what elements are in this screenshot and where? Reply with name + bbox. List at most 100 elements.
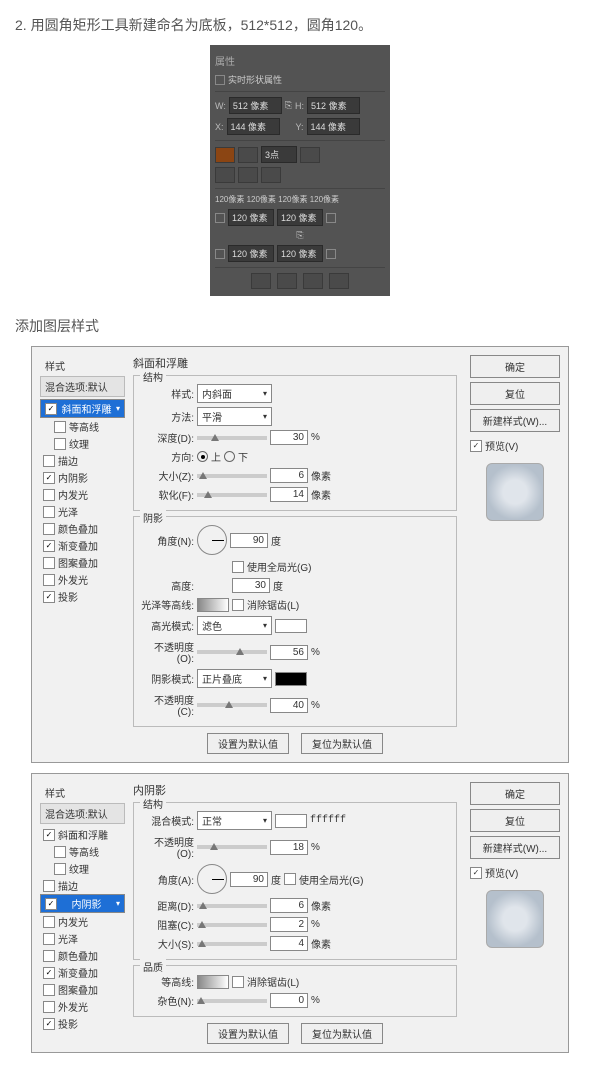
sop-value[interactable]: 40 (270, 698, 308, 713)
w-field[interactable]: 512 像素 (229, 97, 282, 114)
path-op-3[interactable] (303, 273, 323, 289)
angle-wheel[interactable] (197, 864, 227, 894)
style-checkbox[interactable] (45, 403, 57, 415)
reset-default-btn[interactable]: 复位为默认值 (301, 733, 383, 754)
style-item[interactable]: 光泽 (40, 503, 125, 520)
style-checkbox[interactable] (43, 591, 55, 603)
smode-select[interactable]: 正片叠底 (197, 669, 272, 688)
align-btn[interactable] (215, 167, 235, 183)
anti-cb[interactable] (232, 976, 244, 988)
op-value[interactable]: 18 (270, 840, 308, 855)
size-slider[interactable] (197, 942, 267, 946)
blend-options[interactable]: 混合选项:默认 (40, 376, 125, 397)
noise-slider[interactable] (197, 999, 267, 1003)
angle-value[interactable]: 90 (230, 533, 268, 548)
x-field[interactable]: 144 像素 (227, 118, 280, 135)
style-checkbox[interactable] (54, 846, 66, 858)
dir-up-radio[interactable] (197, 451, 208, 462)
corner-3[interactable]: 120 像素 (228, 245, 274, 262)
highlight-color[interactable] (275, 619, 307, 633)
style-checkbox[interactable] (43, 984, 55, 996)
reset-default-btn[interactable]: 复位为默认值 (301, 1023, 383, 1044)
gloss-anti-cb[interactable] (232, 599, 244, 611)
style-checkbox[interactable] (43, 455, 55, 467)
set-default-btn[interactable]: 设置为默认值 (207, 733, 289, 754)
style-item[interactable]: 内阴影 (40, 894, 125, 913)
angle-value[interactable]: 90 (230, 872, 268, 887)
style-checkbox[interactable] (43, 557, 55, 569)
corner-1[interactable]: 120 像素 (228, 209, 274, 226)
corner-chk-3[interactable] (215, 249, 225, 259)
choke-value[interactable]: 2 (270, 917, 308, 932)
new-style-btn[interactable]: 新建样式(W)... (470, 836, 560, 859)
style-item[interactable]: 颜色叠加 (40, 520, 125, 537)
preview-cb[interactable] (470, 867, 482, 879)
blend-options[interactable]: 混合选项:默认 (40, 803, 125, 824)
style-checkbox[interactable] (43, 880, 55, 892)
fill-swatch[interactable] (215, 147, 235, 163)
depth-slider[interactable] (197, 436, 267, 440)
blend-select[interactable]: 正常 (197, 811, 272, 830)
style-checkbox[interactable] (54, 863, 66, 875)
style-item[interactable]: 斜面和浮雕 (40, 399, 125, 418)
stroke-width[interactable]: 3点 (261, 146, 297, 163)
shadow-color-swatch[interactable] (275, 814, 307, 828)
cancel-btn[interactable]: 复位 (470, 809, 560, 832)
angle-wheel[interactable] (197, 525, 227, 555)
style-item[interactable]: 内发光 (40, 486, 125, 503)
dist-value[interactable]: 6 (270, 898, 308, 913)
style-checkbox[interactable] (43, 489, 55, 501)
ok-btn[interactable]: 确定 (470, 355, 560, 378)
style-checkbox[interactable] (43, 523, 55, 535)
link-icon[interactable]: ⎘ (285, 100, 292, 111)
style-checkbox[interactable] (43, 829, 55, 841)
dist-slider[interactable] (197, 904, 267, 908)
style-item[interactable]: 描边 (40, 877, 125, 894)
style-checkbox[interactable] (54, 421, 66, 433)
sop-slider[interactable] (197, 703, 267, 707)
style-checkbox[interactable] (43, 506, 55, 518)
style-item[interactable]: 图案叠加 (40, 554, 125, 571)
style-item[interactable]: 等高线 (40, 418, 125, 435)
corner-4[interactable]: 120 像素 (277, 245, 323, 262)
stroke-type[interactable] (300, 147, 320, 163)
style-checkbox[interactable] (54, 438, 66, 450)
path-op-1[interactable] (251, 273, 271, 289)
style-item[interactable]: 斜面和浮雕 (40, 826, 125, 843)
link-corners-icon[interactable]: ⎘ (296, 230, 303, 241)
size-value[interactable]: 6 (270, 468, 308, 483)
style-item[interactable]: 渐变叠加 (40, 964, 125, 981)
y-field[interactable]: 144 像素 (307, 118, 360, 135)
depth-value[interactable]: 30 (270, 430, 308, 445)
corner-chk-1[interactable] (215, 213, 225, 223)
style-item[interactable]: 内发光 (40, 913, 125, 930)
style-checkbox[interactable] (43, 967, 55, 979)
hop-value[interactable]: 56 (270, 645, 308, 660)
style-checkbox[interactable] (43, 540, 55, 552)
style-item[interactable]: 外发光 (40, 571, 125, 588)
soften-slider[interactable] (197, 493, 267, 497)
shadow-color[interactable] (275, 672, 307, 686)
corner-chk-2[interactable] (326, 213, 336, 223)
corner-chk-4[interactable] (326, 249, 336, 259)
op-slider[interactable] (197, 845, 267, 849)
style-checkbox[interactable] (43, 574, 55, 586)
new-style-btn[interactable]: 新建样式(W)... (470, 409, 560, 432)
style-checkbox[interactable] (45, 898, 57, 910)
style-item[interactable]: 颜色叠加 (40, 947, 125, 964)
style-checkbox[interactable] (43, 916, 55, 928)
style-item[interactable]: 等高线 (40, 843, 125, 860)
cancel-btn[interactable]: 复位 (470, 382, 560, 405)
choke-slider[interactable] (197, 923, 267, 927)
h-field[interactable]: 512 像素 (307, 97, 360, 114)
global-light-cb[interactable] (232, 561, 244, 573)
style-item[interactable]: 描边 (40, 452, 125, 469)
preview-cb[interactable] (470, 440, 482, 452)
contour-picker[interactable] (197, 975, 229, 989)
size-slider[interactable] (197, 474, 267, 478)
hop-slider[interactable] (197, 650, 267, 654)
style-item[interactable]: 图案叠加 (40, 981, 125, 998)
noise-value[interactable]: 0 (270, 993, 308, 1008)
set-default-btn[interactable]: 设置为默认值 (207, 1023, 289, 1044)
style-select[interactable]: 内斜面 (197, 384, 272, 403)
